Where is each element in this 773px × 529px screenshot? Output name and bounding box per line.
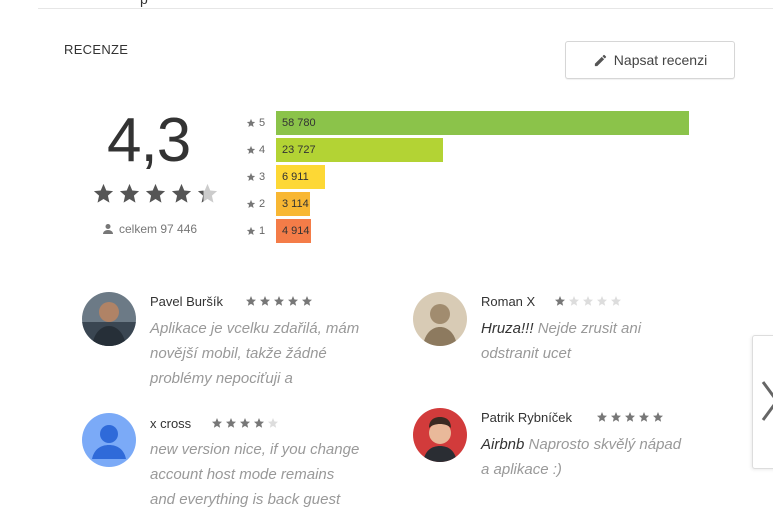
star-icon <box>254 418 264 428</box>
histogram-row: 2 3 114 <box>246 190 689 217</box>
review-title: Hruza!!! <box>481 320 534 337</box>
histogram-row: 1 4 914 <box>246 217 689 244</box>
star-icon <box>260 296 270 306</box>
review-stars <box>554 295 622 307</box>
histogram-star-label: 1 <box>246 225 276 237</box>
histogram-row: 3 6 911 <box>246 163 689 190</box>
reviewer-name[interactable]: Patrik Rybníček <box>481 410 572 425</box>
histogram-count: 6 911 <box>282 170 309 183</box>
section-title: RECENZE <box>64 42 129 57</box>
avatar[interactable] <box>82 413 136 467</box>
review-line: Airbnb Naprosto skvělý nápad <box>481 432 681 457</box>
review-line: novější mobil, takže žádné <box>150 345 327 362</box>
star-icon <box>653 412 663 422</box>
top-divider <box>38 8 773 9</box>
cut-off-text: p <box>140 0 200 8</box>
total-ratings: celkem 97 446 <box>102 222 197 236</box>
histogram-count: 23 727 <box>282 143 316 156</box>
histogram-count: 3 114 <box>282 197 309 210</box>
star-icon <box>639 412 649 422</box>
chevron-right-icon <box>761 381 773 421</box>
histogram-star-number: 4 <box>259 143 266 156</box>
star-icon <box>246 226 256 235</box>
star-icon <box>212 418 222 428</box>
star-icon <box>302 296 312 306</box>
star-icon <box>246 118 256 127</box>
average-rating: 4,3 <box>107 106 191 175</box>
histogram-count: 4 914 <box>282 224 310 237</box>
star-icon <box>93 183 114 203</box>
histogram-star-number: 5 <box>259 116 266 129</box>
star-icon <box>611 296 621 306</box>
histogram-bar: 23 727 <box>276 137 443 162</box>
histogram-row: 4 23 727 <box>246 136 689 163</box>
star-icon <box>288 296 298 306</box>
review-line: and everything is back guest <box>150 491 341 508</box>
histogram-bar: 3 114 <box>276 191 310 216</box>
avatar[interactable] <box>413 292 467 346</box>
star-icon <box>246 145 256 154</box>
star-icon <box>171 183 192 203</box>
star-icon <box>197 183 218 203</box>
star-icon <box>246 172 256 181</box>
histogram-star-label: 4 <box>246 144 276 156</box>
avatar[interactable] <box>413 408 467 462</box>
star-icon <box>611 412 621 422</box>
star-icon <box>555 296 565 306</box>
reviewer-name[interactable]: Pavel Buršík <box>150 294 223 309</box>
review-text[interactable]: Airbnb Naprosto skvělý nápad a aplikace … <box>481 432 681 482</box>
review-line: odstranit ucet <box>481 345 572 362</box>
star-icon <box>246 199 256 208</box>
pencil-icon <box>594 54 606 66</box>
review-stars <box>245 295 313 307</box>
write-review-button[interactable]: Napsat recenzi <box>565 41 735 79</box>
review-title: Airbnb <box>481 436 525 453</box>
histogram-count: 58 780 <box>282 116 316 129</box>
next-reviews-button[interactable] <box>752 335 773 469</box>
star-icon <box>583 296 593 306</box>
histogram-star-number: 1 <box>259 224 266 237</box>
rating-histogram: 5 58 780 4 23 727 3 6 911 2 3 114 1 4 914 <box>246 109 689 244</box>
review-line: new version nice, if you change <box>150 441 360 458</box>
review-stars <box>596 411 664 423</box>
review-line: problémy nepociťuji a <box>150 370 293 387</box>
star-icon <box>268 418 278 428</box>
write-review-label: Napsat recenzi <box>613 52 708 68</box>
star-icon <box>145 183 166 203</box>
histogram-star-number: 2 <box>259 197 266 210</box>
histogram-star-number: 3 <box>259 170 266 183</box>
star-icon <box>274 296 284 306</box>
histogram-bar: 6 911 <box>276 164 325 189</box>
review-line: a aplikace :) <box>481 461 562 478</box>
histogram-row: 5 58 780 <box>246 109 689 136</box>
average-rating-stars <box>92 182 219 205</box>
review-stars <box>211 417 279 429</box>
star-icon <box>226 418 236 428</box>
review-line-text: Nejde zrusit ani <box>537 320 642 337</box>
review-line-text: Naprosto skvělý nápad <box>528 436 682 453</box>
person-icon <box>103 224 113 234</box>
review-line: Hruza!!! Nejde zrusit ani <box>481 316 641 341</box>
star-icon <box>119 183 140 203</box>
histogram-bar: 58 780 <box>276 110 689 135</box>
avatar[interactable] <box>82 292 136 346</box>
review-text[interactable]: Hruza!!! Nejde zrusit ani odstranit ucet <box>481 316 641 366</box>
review-line: account host mode remains <box>150 466 335 483</box>
star-icon <box>569 296 579 306</box>
star-icon <box>597 412 607 422</box>
histogram-bar: 4 914 <box>276 218 311 243</box>
histogram-star-label: 5 <box>246 117 276 129</box>
review-text[interactable]: new version nice, if you change account … <box>150 437 359 512</box>
reviewer-name[interactable]: Roman X <box>481 294 535 309</box>
review-text[interactable]: Aplikace je vcelku zdařilá, mám novější … <box>150 316 359 391</box>
star-icon <box>597 296 607 306</box>
star-icon <box>240 418 250 428</box>
reviewer-name[interactable]: x cross <box>150 416 191 431</box>
star-icon <box>246 296 256 306</box>
total-ratings-label: celkem 97 446 <box>119 222 198 236</box>
histogram-star-label: 2 <box>246 198 276 210</box>
review-line: Aplikace je vcelku zdařilá, mám <box>150 320 360 337</box>
star-icon <box>625 412 635 422</box>
histogram-star-label: 3 <box>246 171 276 183</box>
